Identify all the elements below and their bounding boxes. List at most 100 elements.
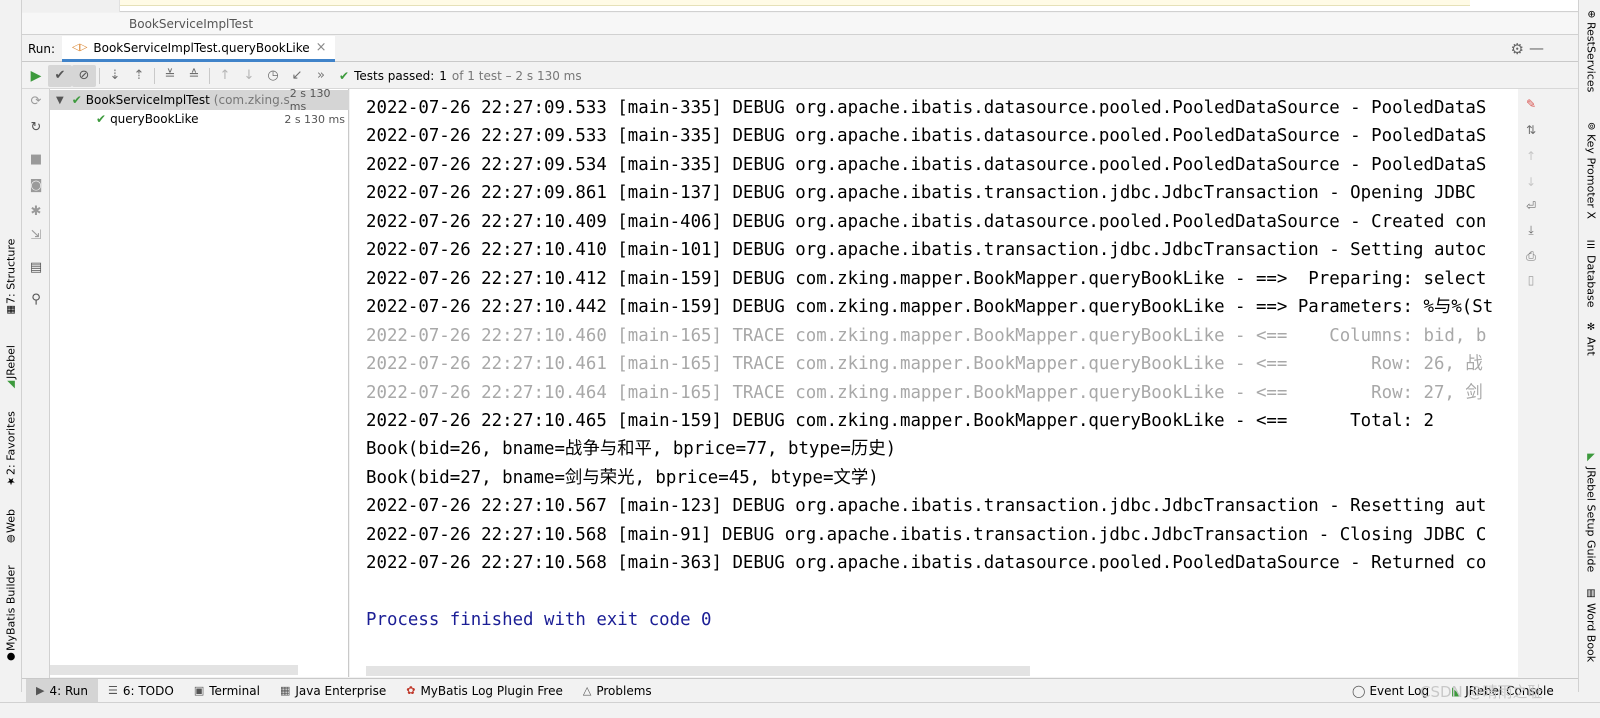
console-line: 2022-07-26 22:27:09.533 [main-335] DEBUG… — [366, 98, 1487, 118]
bottom-tab-terminal[interactable]: ▣ Terminal — [184, 679, 270, 703]
prev-failed-icon[interactable]: ↑ — [213, 65, 237, 87]
console-scrollbar[interactable] — [366, 666, 1030, 676]
camera-icon[interactable]: ◙ — [26, 175, 46, 195]
run-label: Run: — [28, 42, 56, 56]
tree-node-label: queryBookLike — [110, 112, 199, 126]
tool-tab-jrebel[interactable]: ◣ JRebel — [1, 338, 21, 394]
console-right-gutter — [1540, 89, 1578, 677]
sort-alpha-icon[interactable]: ⇣ — [103, 65, 127, 87]
ant-icon: ✻ — [1585, 322, 1597, 333]
expand-all-icon[interactable]: ≚ — [158, 65, 182, 87]
up-arrow-icon[interactable]: ↑ — [1522, 147, 1540, 165]
test-config-icon: ◁▷ — [72, 42, 88, 53]
debug-icon[interactable]: ✱ — [26, 201, 46, 221]
tool-tab-restservices[interactable]: ⊕ RestServices — [1581, 10, 1600, 102]
tool-tab-jrebel-setup[interactable]: ◤ JRebel Setup Guide — [1581, 452, 1600, 572]
bottom-tab-problems[interactable]: △ Problems — [573, 679, 662, 703]
status-suffix: of 1 test – 2 s 130 ms — [451, 68, 582, 83]
status-count: 1 — [439, 68, 447, 83]
more-icon[interactable]: » — [309, 65, 333, 87]
console-line: 2022-07-26 22:27:10.410 [main-101] DEBUG… — [366, 240, 1487, 261]
console-line: Book(bid=27, bname=剑与荣光, bprice=45, btyp… — [366, 467, 879, 488]
run-tab[interactable]: ◁▷ BookServiceImplTest.queryBookLike × — [62, 36, 335, 62]
warning-icon: △ — [582, 684, 592, 697]
stop-icon[interactable]: ■ — [26, 149, 46, 169]
close-icon[interactable]: × — [316, 40, 327, 55]
bottom-tab-run[interactable]: ▶ 4: Run — [26, 678, 98, 703]
gear-icon[interactable]: ⚙ — [1511, 40, 1524, 58]
chevron-down-icon[interactable]: ▼ — [56, 95, 64, 106]
terminal-icon: ▣ — [193, 684, 205, 697]
status-prefix: Tests passed: — [354, 68, 435, 83]
tool-tab-structure[interactable]: ▦ 7: Structure — [1, 239, 21, 319]
console-output[interactable]: 2022-07-26 22:27:09.533 [main-335] DEBUG… — [350, 89, 1518, 677]
toolbar-separator — [209, 67, 210, 84]
console-line: 2022-07-26 22:27:10.465 [main-159] DEBUG… — [366, 410, 1434, 431]
tree-scrollbar[interactable] — [50, 665, 298, 675]
bottom-tab-java-enterprise[interactable]: ▦ Java Enterprise — [270, 679, 396, 703]
console-line: 2022-07-26 22:27:09.861 [main-137] DEBUG… — [366, 183, 1476, 204]
bottom-tab-mybatis-log[interactable]: ✿ MyBatis Log Plugin Free — [396, 679, 573, 703]
mybatis-icon: ● — [5, 651, 17, 662]
breadcrumb[interactable]: BookServiceImplTest — [22, 13, 1578, 35]
tree-node-package: (com.zking.se — [213, 93, 290, 107]
scroll-to-end-icon[interactable]: ⤓ — [1522, 221, 1540, 239]
collapse-all-icon[interactable]: ≙ — [182, 65, 206, 87]
process-exit-line: Process finished with exit code 0 — [366, 610, 712, 631]
next-failed-icon[interactable]: ↓ — [237, 65, 261, 87]
pin-icon[interactable]: ⚲ — [26, 289, 46, 309]
export-icon[interactable]: ↙ — [285, 65, 309, 87]
soft-wrap-icon[interactable]: ⏎ — [1522, 197, 1540, 215]
layout-icon[interactable]: ▤ — [26, 257, 46, 277]
bottom-tab-todo[interactable]: ☰ 6: TODO — [98, 679, 184, 703]
sort-icon[interactable]: ⇅ — [1522, 121, 1540, 139]
tool-tab-ant[interactable]: ✻ Ant — [1581, 322, 1600, 362]
toolbar-separator — [154, 67, 155, 84]
tree-row-test[interactable]: ✔ queryBookLike 2 s 130 ms — [50, 109, 349, 129]
history-icon[interactable]: ◷ — [261, 65, 285, 87]
structure-icon: ▦ — [5, 304, 17, 315]
editor-gutter — [22, 0, 120, 12]
rerun-failed-icon[interactable]: ⟳ — [26, 91, 46, 111]
run-toolbar: ▶ ✔ ⊘ ⇣ ⇡ ≚ ≙ ↑ ↓ ◷ ↙ » ✔ Tests passed: … — [22, 63, 1578, 89]
console-line: 2022-07-26 22:27:10.409 [main-406] DEBUG… — [366, 211, 1487, 232]
exit-icon[interactable]: ⇲ — [26, 225, 46, 245]
tool-tab-database[interactable]: ☰ Database — [1581, 240, 1600, 308]
jrebel-icon: ◣ — [5, 379, 17, 390]
bottom-tool-bar: ▶ 4: Run ☰ 6: TODO ▣ Terminal ▦ Java Enterpr… — [22, 678, 1578, 703]
console-line: Book(bid=26, bname=战争与和平, bprice=77, bty… — [366, 439, 897, 460]
rerun-icon[interactable]: ▶ — [24, 65, 48, 87]
event-log-button[interactable]: ◯ Event Log — [1352, 679, 1429, 703]
console-line: 2022-07-26 22:27:10.460 [main-165] TRACE… — [366, 325, 1487, 346]
tool-tab-mybatis-builder[interactable]: ● MyBatis Builder — [1, 565, 21, 666]
jrebel-icon: ◤ — [1585, 452, 1597, 463]
toggle-autotest-icon[interactable]: ↻ — [26, 117, 46, 137]
clear-log-icon[interactable]: ✎ — [1522, 95, 1540, 113]
console-line: 2022-07-26 22:27:10.567 [main-123] DEBUG… — [366, 496, 1487, 517]
tool-tab-web[interactable]: ◍ Web — [1, 502, 21, 548]
run-icon: ▶ — [36, 684, 45, 697]
console-line: 2022-07-26 22:27:10.568 [main-363] DEBUG… — [366, 553, 1487, 574]
minimize-icon[interactable]: — — [1529, 39, 1544, 57]
console-line: 2022-07-26 22:27:10.461 [main-165] TRACE… — [366, 354, 1483, 375]
show-passed-icon[interactable]: ✔ — [48, 64, 72, 87]
sort-duration-icon[interactable]: ⇡ — [127, 65, 151, 87]
globe-icon: ◍ — [5, 533, 17, 544]
print-icon[interactable]: ⎙ — [1522, 247, 1540, 265]
console-line: 2022-07-26 22:27:10.412 [main-159] DEBUG… — [366, 268, 1487, 289]
book-icon: ▥ — [1585, 588, 1597, 599]
star-icon: ★ — [5, 475, 17, 486]
tree-row-root[interactable]: ▼ ✔ BookServiceImplTest (com.zking.se 2 … — [50, 87, 349, 113]
mybatis-bird-icon: ✿ — [406, 684, 416, 697]
tool-tab-favorites[interactable]: ★ 2: Favorites — [1, 408, 21, 490]
event-log-icon: ◯ — [1352, 684, 1366, 698]
test-status: ✔ Tests passed: 1 of 1 test – 2 s 130 ms — [339, 69, 582, 83]
database-icon: ☰ — [1585, 240, 1597, 251]
toolbar-separator — [99, 67, 100, 84]
tool-tab-word-book[interactable]: ▥ Word Book — [1581, 588, 1600, 668]
show-ignored-icon[interactable]: ⊘ — [72, 64, 96, 87]
trash-icon[interactable]: ▯ — [1522, 271, 1540, 289]
down-arrow-icon[interactable]: ↓ — [1522, 173, 1540, 191]
left-tool-stripe: ▦ 7: Structure ◣ JRebel ★ 2: Favorites ◍ Web… — [0, 0, 22, 692]
tool-tab-key-promoter[interactable]: ⊚ Key Promoter X — [1581, 122, 1600, 224]
